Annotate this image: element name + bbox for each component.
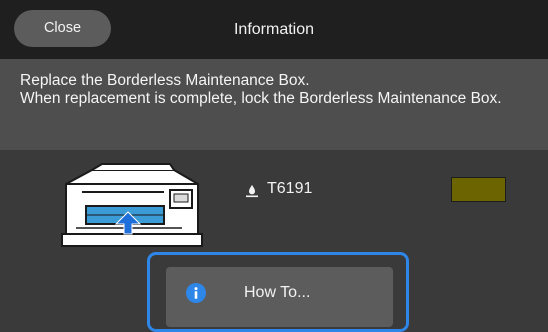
printer-illustration <box>52 162 212 252</box>
status-swatch <box>451 177 506 202</box>
title-bar: Close Information <box>0 0 548 59</box>
close-button[interactable]: Close <box>14 10 111 47</box>
how-to-button[interactable]: How To... <box>166 267 393 327</box>
ink-drop-icon <box>246 185 258 198</box>
ink-code-label: T6191 <box>267 180 313 197</box>
info-icon <box>186 283 206 303</box>
message-text: Replace the Borderless Maintenance Box. … <box>20 72 502 107</box>
message-panel: Replace the Borderless Maintenance Box. … <box>0 59 548 150</box>
how-to-label: How To... <box>244 284 311 301</box>
printer-icon <box>61 163 203 247</box>
page-title: Information <box>233 21 315 38</box>
